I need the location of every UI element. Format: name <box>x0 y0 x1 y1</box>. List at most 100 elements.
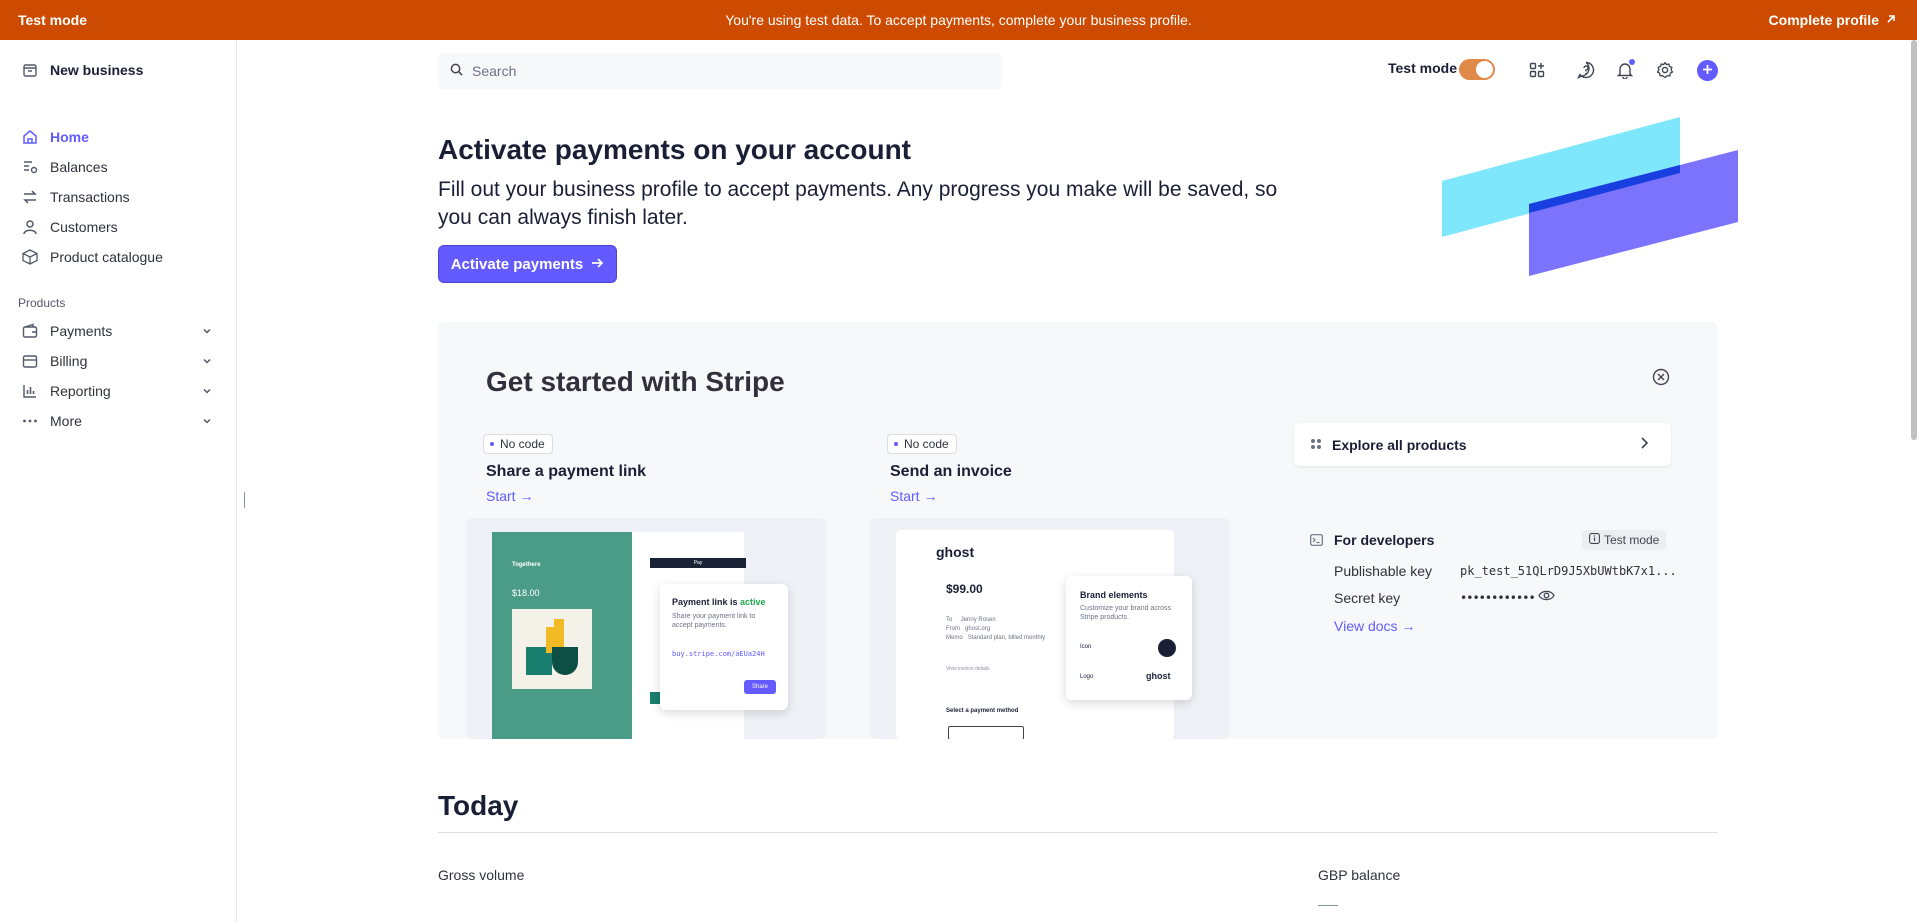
payment-link-card-title: Share a payment link <box>486 463 647 480</box>
product-image <box>512 609 592 689</box>
toggle-knob <box>1476 61 1493 78</box>
test-mode-toggle[interactable] <box>1459 59 1495 80</box>
memo-value: Standard plan, billed monthly <box>967 635 1046 641</box>
brand-icon-swatch <box>1158 639 1176 657</box>
person-icon <box>22 219 38 235</box>
sidebar-item-reporting[interactable]: Reporting <box>0 376 236 406</box>
page-scrollbar[interactable] <box>1911 40 1917 440</box>
chevron-down-icon <box>202 353 212 369</box>
info-icon <box>1589 533 1600 547</box>
today-divider <box>438 832 1718 833</box>
start-link-label: Start <box>890 488 920 504</box>
close-icon[interactable] <box>1652 368 1670 391</box>
bell-icon[interactable] <box>1614 59 1636 81</box>
eye-icon[interactable] <box>1538 589 1555 607</box>
chevron-right-icon <box>1639 436 1649 453</box>
sidebar-item-more[interactable]: More <box>0 406 236 436</box>
start-link-label: Start <box>486 488 516 504</box>
notification-dot <box>1629 59 1635 65</box>
external-arrow-icon <box>1885 12 1897 28</box>
preview-brand: Togethere <box>512 562 541 568</box>
explore-all-products[interactable]: Explore all products <box>1294 423 1671 466</box>
billing-icon <box>22 353 38 369</box>
sidebar-item-product-catalogue[interactable]: Product catalogue <box>0 242 236 272</box>
account-switcher[interactable]: New business <box>22 62 143 78</box>
gross-volume-label[interactable]: Gross volume <box>438 867 524 883</box>
search-icon <box>450 63 463 79</box>
chevron-down-icon <box>202 383 212 399</box>
sidebar-item-home[interactable]: Home <box>0 122 236 152</box>
badge-label: No code <box>904 437 949 451</box>
create-plus-button[interactable] <box>1697 60 1718 81</box>
checkout-left-pane: Togethere $18.00 <box>492 532 632 739</box>
brand-elements-text: Customize your brand across Stripe produ… <box>1080 605 1172 621</box>
gear-icon[interactable] <box>1654 59 1676 81</box>
secret-key-value[interactable]: •••••••••••• <box>1460 591 1536 605</box>
sidebar-item-label: Payments <box>50 323 113 339</box>
arrow-right-icon <box>591 256 604 273</box>
gbp-balance-label[interactable]: GBP balance <box>1318 867 1400 883</box>
memo-label: Memo <box>946 635 963 641</box>
activate-payments-label: Activate payments <box>450 255 584 273</box>
sidebar-item-label: Billing <box>50 353 88 369</box>
help-icon[interactable] <box>1575 59 1597 81</box>
badge-label: No code <box>500 437 545 451</box>
sidebar-item-label: More <box>50 413 82 429</box>
sidebar-item-customers[interactable]: Customers <box>0 212 236 242</box>
sidebar-item-transactions[interactable]: Transactions <box>0 182 236 212</box>
invoice-start-link[interactable]: Start → <box>890 488 937 504</box>
invoice-amount: $99.00 <box>946 582 983 596</box>
apps-icon[interactable] <box>1526 59 1548 81</box>
search-input[interactable]: Search <box>438 53 1002 89</box>
complete-profile-label: Complete profile <box>1768 12 1879 28</box>
sidebar-item-label: Balances <box>50 159 108 175</box>
sidebar-item-balances[interactable]: Balances <box>0 152 236 182</box>
publishable-key-value[interactable]: pk_test_51QLrD9J5XbUWtbK7x1... <box>1460 564 1677 578</box>
payment-link-popover: Payment link is active Share your paymen… <box>660 584 788 710</box>
get-started-title: Get started with Stripe <box>486 366 785 397</box>
invoice-card-title: Send an invoice <box>890 463 1012 480</box>
brand-elements-popover: Brand elements Customize your brand acro… <box>1066 576 1192 700</box>
products-heading: Products <box>18 296 66 310</box>
transactions-icon <box>22 189 38 205</box>
view-docs-label: View docs <box>1334 618 1398 634</box>
icon-label: Icon <box>1080 644 1092 650</box>
dev-badge-label: Test mode <box>1604 533 1660 547</box>
balances-icon <box>22 159 38 175</box>
get-started-panel: Get started with Stripe No code Share a … <box>438 322 1718 739</box>
test-mode-banner: Test mode You're using test data. To acc… <box>0 0 1917 40</box>
sidebar-resize-handle[interactable] <box>244 492 245 508</box>
wallet-icon <box>22 323 38 339</box>
chevron-down-icon <box>202 413 212 429</box>
logo-label: Logo <box>1080 674 1094 680</box>
dashboard-app: New business Home Balances Transactions <box>0 40 1917 922</box>
hero-illustration <box>1440 117 1740 288</box>
sidebar-item-label: Home <box>50 129 89 145</box>
activate-payments-button[interactable]: Activate payments <box>438 245 617 283</box>
chevron-down-icon <box>202 323 212 339</box>
payment-link-start-link[interactable]: Start → <box>486 488 533 504</box>
business-icon <box>22 62 38 78</box>
payment-link-preview: Togethere $18.00 Pay Payment link is act… <box>466 518 826 739</box>
view-docs-link[interactable]: View docs → <box>1334 618 1415 634</box>
box-icon <box>22 249 38 265</box>
sidebar-item-label: Reporting <box>50 383 111 399</box>
select-payment-method: Select a payment method <box>946 708 1019 714</box>
search-placeholder: Search <box>472 63 517 79</box>
preview-price: $18.00 <box>512 588 540 598</box>
publishable-key-label: Publishable key <box>1334 563 1433 579</box>
sidebar-item-billing[interactable]: Billing <box>0 346 236 376</box>
plus-icon <box>1702 62 1713 80</box>
status-prefix: Payment link is <box>672 597 738 607</box>
pay-button: Pay <box>650 558 746 568</box>
status-active: active <box>740 597 766 607</box>
no-code-badge: No code <box>483 434 553 454</box>
complete-profile-link[interactable]: Complete profile <box>1769 12 1897 28</box>
home-icon <box>22 129 38 145</box>
sidebar-item-payments[interactable]: Payments <box>0 316 236 346</box>
test-mode-label: Test mode <box>1388 60 1457 76</box>
banner-message: You're using test data. To accept paymen… <box>725 12 1192 28</box>
gbp-balance-placeholder <box>1318 905 1338 906</box>
sidebar-item-label: Customers <box>50 219 118 235</box>
payment-link-subtext: Share your payment link to accept paymen… <box>672 613 756 629</box>
